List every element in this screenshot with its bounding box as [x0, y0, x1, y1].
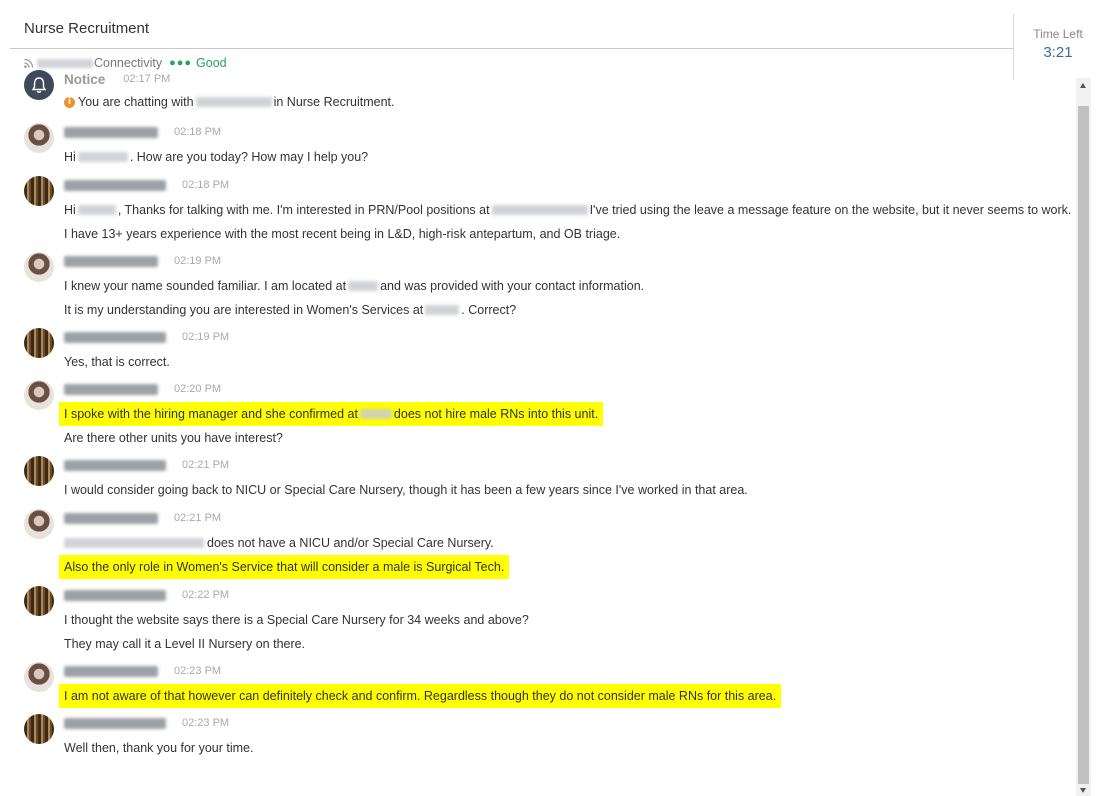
sender-name-redacted [64, 179, 166, 191]
message-time: 02:23 PM [182, 717, 230, 729]
chat-header: Nurse Recruitment [10, 0, 1013, 49]
message-text: I knew your name sounded familiar. I am … [64, 279, 347, 293]
message-line: does not have a NICU and/or Special Care… [64, 535, 494, 551]
sender-name-redacted [64, 126, 158, 138]
chat-scrollbar[interactable] [1076, 78, 1091, 796]
avatar [24, 456, 54, 486]
sender-name-redacted [64, 717, 166, 729]
sender-name-redacted [64, 255, 158, 267]
message-time: 02:19 PM [174, 255, 222, 267]
message-line: It is my understanding you are intereste… [64, 302, 516, 318]
message-text: Hi [64, 150, 76, 164]
bell-icon [24, 70, 54, 100]
highlighted-message-line: I am not aware of that however can defin… [59, 684, 782, 708]
sender-name-redacted [64, 459, 166, 471]
avatar [24, 176, 54, 206]
message-line: I thought the website says there is a Sp… [64, 613, 529, 627]
connectivity-label: Connectivity [94, 56, 163, 70]
message-time: 02:18 PM [174, 126, 222, 138]
redacted-text [77, 205, 116, 215]
redacted-text [195, 97, 272, 107]
redacted-text [348, 281, 379, 291]
message-text: and was provided with your contact infor… [380, 279, 645, 293]
message-text: . How are you today? How may I help you? [129, 150, 369, 164]
sender-name-redacted [64, 512, 158, 524]
highlighted-message-line: Also the only role in Women's Service th… [59, 555, 510, 579]
sender-row: 02:23 PM [64, 662, 221, 680]
message-line: I have 13+ years experience with the mos… [64, 227, 621, 241]
avatar [24, 123, 54, 153]
sender-name-redacted [64, 665, 158, 677]
sender-row: 02:21 PM [64, 456, 229, 474]
redacted-text [425, 305, 460, 315]
highlighted-message-line: I spoke with the hiring manager and she … [59, 402, 604, 426]
message-line: Yes, that is correct. [64, 355, 170, 369]
rss-icon [24, 58, 34, 68]
sender-name: Notice [64, 71, 106, 87]
message-line: i You are chatting with in Nurse Recruit… [64, 94, 394, 110]
message-text: I spoke with the hiring manager and she … [64, 407, 358, 421]
sender-name-redacted [64, 589, 166, 601]
redacted-text [77, 152, 128, 162]
message-text: It is my understanding you are intereste… [64, 303, 424, 317]
sender-row: Notice 02:17 PM [64, 70, 170, 88]
message-time: 02:21 PM [182, 459, 230, 471]
message-line: Hi . How are you today? How may I help y… [64, 149, 368, 165]
sender-row: 02:22 PM [64, 586, 229, 604]
sender-row: 02:20 PM [64, 380, 221, 398]
avatar [24, 714, 54, 744]
sender-row: 02:18 PM [64, 176, 229, 194]
avatar [24, 380, 54, 410]
sender-row: 02:23 PM [64, 714, 229, 732]
avatar [24, 509, 54, 539]
avatar [24, 586, 54, 616]
message-line: Are there other units you have interest? [64, 431, 283, 445]
message-text: in Nurse Recruitment. [273, 95, 395, 109]
sender-row: 02:19 PM [64, 252, 221, 270]
redacted-text [37, 58, 93, 68]
time-left-value: 3:21 [1043, 44, 1073, 61]
sender-name-redacted [64, 331, 166, 343]
info-icon: i [64, 96, 75, 108]
message-line: Hi , Thanks for talking with me. I'm int… [64, 202, 1071, 218]
time-left-label: Time Left [1033, 27, 1083, 41]
message-line: I knew your name sounded familiar. I am … [64, 278, 644, 294]
message-text: does not have a NICU and/or Special Care… [207, 536, 494, 550]
message-time: 02:23 PM [174, 665, 222, 677]
scroll-down-icon[interactable] [1080, 788, 1086, 793]
signal-indicator-icon: ●●● [169, 57, 193, 69]
sender-row: 02:21 PM [64, 509, 221, 527]
message-time: 02:19 PM [182, 331, 230, 343]
message-time: 02:20 PM [174, 383, 222, 395]
message-text: I've tried using the leave a message fea… [589, 203, 1072, 217]
time-left-panel: Time Left 3:21 [1013, 14, 1101, 80]
avatar [24, 662, 54, 692]
message-line: They may call it a Level II Nursery on t… [64, 637, 306, 651]
avatar [24, 328, 54, 358]
avatar [24, 252, 54, 282]
chat-transcript[interactable]: Notice 02:17 PM i You are chatting with … [0, 70, 1076, 796]
message-time: 02:22 PM [182, 589, 230, 601]
message-time: 02:17 PM [123, 73, 171, 85]
connectivity-quality: Good [196, 56, 227, 70]
redacted-text [491, 205, 588, 215]
message-text: . Correct? [461, 303, 517, 317]
sender-name-redacted [64, 383, 158, 395]
message-text: , Thanks for talking with me. I'm intere… [117, 203, 490, 217]
message-line: I would consider going back to NICU or S… [64, 483, 748, 497]
message-time: 02:18 PM [182, 179, 230, 191]
connectivity-status: Connectivity ●●● Good [24, 55, 227, 71]
scroll-thumb[interactable] [1078, 106, 1089, 784]
sender-row: 02:18 PM [64, 123, 221, 141]
message-text: Hi [64, 203, 76, 217]
page-title: Nurse Recruitment [24, 20, 150, 37]
message-time: 02:21 PM [174, 512, 222, 524]
redacted-text [359, 409, 392, 419]
message-line: Well then, thank you for your time. [64, 741, 254, 755]
sender-row: 02:19 PM [64, 328, 229, 346]
scroll-up-icon[interactable] [1080, 83, 1086, 88]
message-text: You are chatting with [78, 95, 194, 109]
message-text: does not hire male RNs into this unit. [393, 407, 599, 421]
redacted-text [64, 538, 204, 548]
